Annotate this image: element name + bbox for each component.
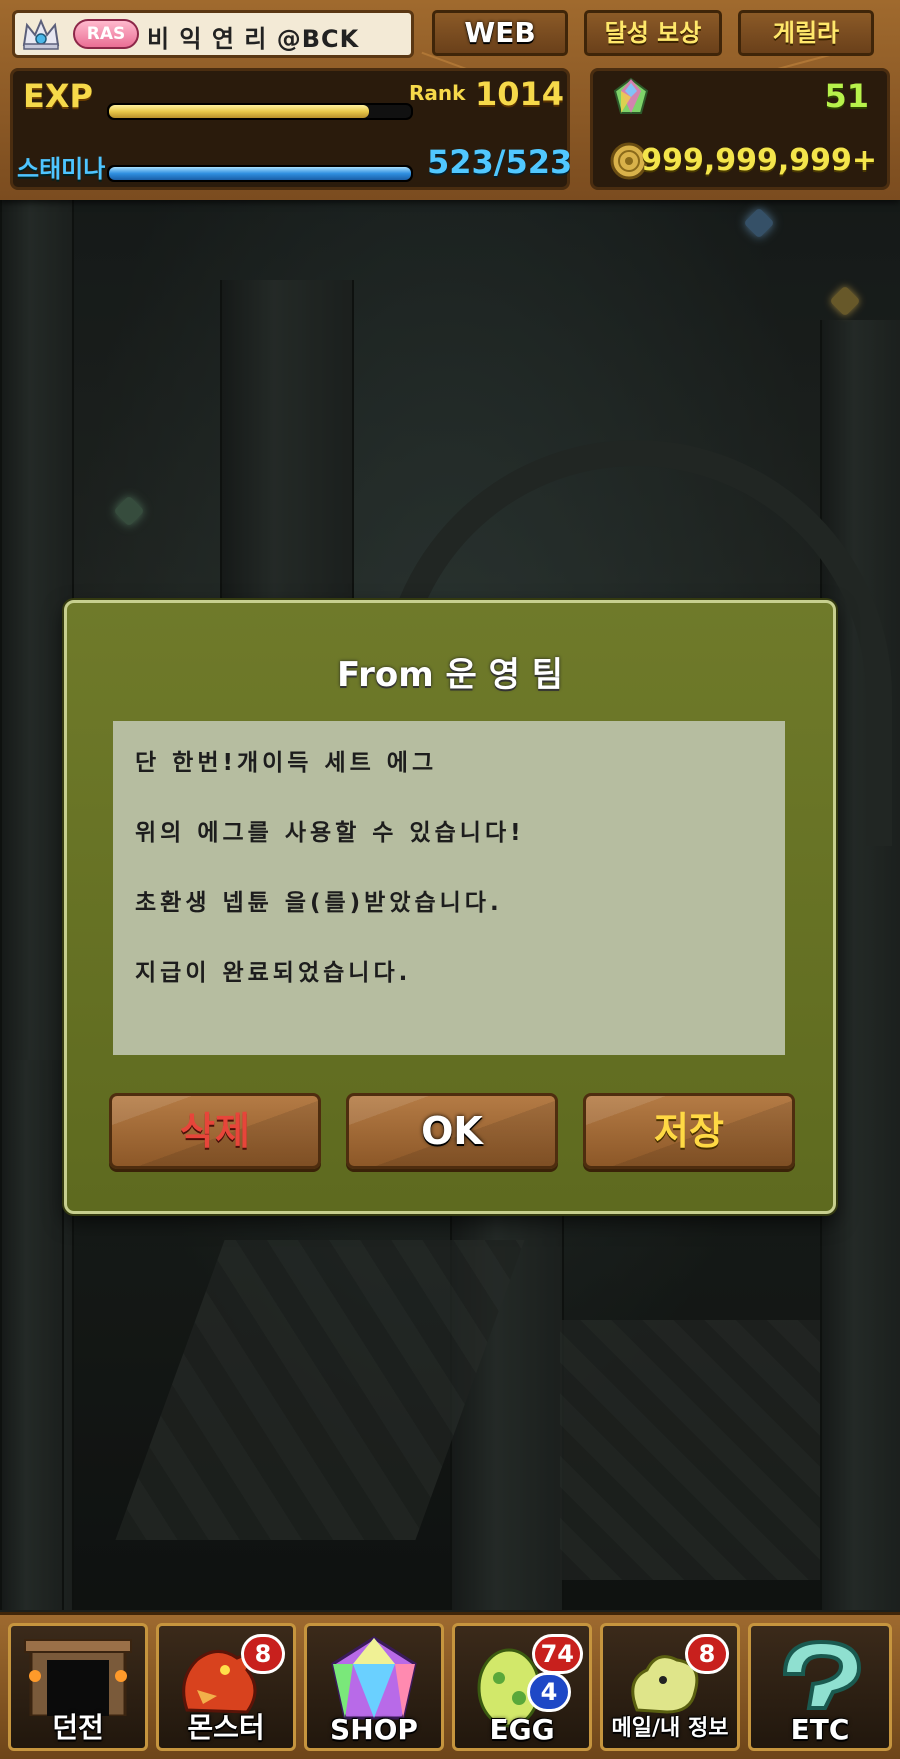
nav-monster[interactable]: 8 몬스터 bbox=[156, 1623, 296, 1751]
dialog-title: From 운 영 팀 bbox=[337, 655, 563, 695]
top-hud: RAS 비 익 연 리 @BCK WEB 달성 보상 게릴라 EXP Rank … bbox=[0, 0, 900, 200]
web-button[interactable]: WEB bbox=[432, 10, 568, 56]
egg-badge-red: 74 bbox=[531, 1634, 583, 1674]
magic-stone-icon bbox=[613, 77, 649, 114]
nav-shop[interactable]: SHOP bbox=[304, 1623, 444, 1751]
nav-mail-info-label: 메일/내 정보 bbox=[611, 1716, 729, 1741]
egg-badge-blue: 4 bbox=[527, 1672, 571, 1712]
bottom-nav: 던전 8 몬스터 SHOP 74 4 EGG 8 메일/내 정보 ETC bbox=[0, 1612, 900, 1759]
nav-etc[interactable]: ETC bbox=[748, 1623, 892, 1751]
rank-badge: RAS bbox=[73, 19, 139, 49]
achievement-reward-button[interactable]: 달성 보상 bbox=[584, 10, 722, 56]
nav-etc-label: ETC bbox=[790, 1713, 850, 1746]
nav-dungeon[interactable]: 던전 bbox=[8, 1623, 148, 1751]
rank-label: Rank bbox=[409, 81, 466, 105]
exp-label: EXP bbox=[23, 77, 93, 115]
message-line: 지급이 완료되었습니다. bbox=[135, 960, 412, 986]
mail-dialog: From 운 영 팀 단 한번!개이득 세트 에그 위의 에그를 사용할 수 있… bbox=[64, 600, 836, 1214]
monster-badge: 8 bbox=[241, 1634, 285, 1674]
guerrilla-button[interactable]: 게릴라 bbox=[738, 10, 874, 56]
ok-button[interactable]: OK bbox=[346, 1093, 558, 1169]
nav-dungeon-label: 던전 bbox=[52, 1711, 104, 1744]
player-name-box[interactable]: RAS 비 익 연 리 @BCK bbox=[12, 10, 414, 58]
nav-shop-label: SHOP bbox=[330, 1713, 418, 1746]
delete-button[interactable]: 삭제 bbox=[109, 1093, 321, 1169]
crown-icon bbox=[22, 18, 60, 50]
message-line: 위의 에그를 사용할 수 있습니다! bbox=[135, 820, 525, 846]
stamina-value: 523/523 bbox=[427, 143, 573, 181]
save-button[interactable]: 저장 bbox=[583, 1093, 795, 1169]
player-stats-panel: EXP Rank 1014 스태미나 523/523 bbox=[10, 68, 573, 190]
message-box: 단 한번!개이득 세트 에그 위의 에그를 사용할 수 있습니다! 초환생 넵튠… bbox=[113, 721, 785, 1055]
etc-icon bbox=[782, 1639, 862, 1710]
exp-bar-fill bbox=[109, 105, 369, 118]
currency-panel[interactable]: 51 999,999,999+ bbox=[590, 68, 890, 190]
magic-stone-count: 51 bbox=[824, 77, 869, 115]
nav-mail-info[interactable]: 8 메일/내 정보 bbox=[600, 1623, 740, 1751]
nav-monster-label: 몬스터 bbox=[187, 1711, 265, 1744]
rank-value: 1014 bbox=[475, 75, 565, 113]
exp-bar bbox=[107, 103, 413, 120]
player-name: 비 익 연 리 @BCK bbox=[147, 25, 360, 53]
nav-egg[interactable]: 74 4 EGG bbox=[452, 1623, 592, 1751]
mail-badge: 8 bbox=[685, 1634, 729, 1674]
stamina-bar-fill bbox=[109, 167, 411, 180]
coin-count: 999,999,999+ bbox=[641, 143, 877, 178]
message-line: 단 한번!개이득 세트 에그 bbox=[135, 750, 438, 776]
message-line: 초환생 넵튠 을(를)받았습니다. bbox=[135, 890, 503, 916]
stamina-bar bbox=[107, 165, 413, 182]
nav-egg-label: EGG bbox=[489, 1713, 555, 1746]
stamina-label: 스태미나 bbox=[17, 155, 106, 183]
dungeon-icon bbox=[24, 1639, 132, 1716]
